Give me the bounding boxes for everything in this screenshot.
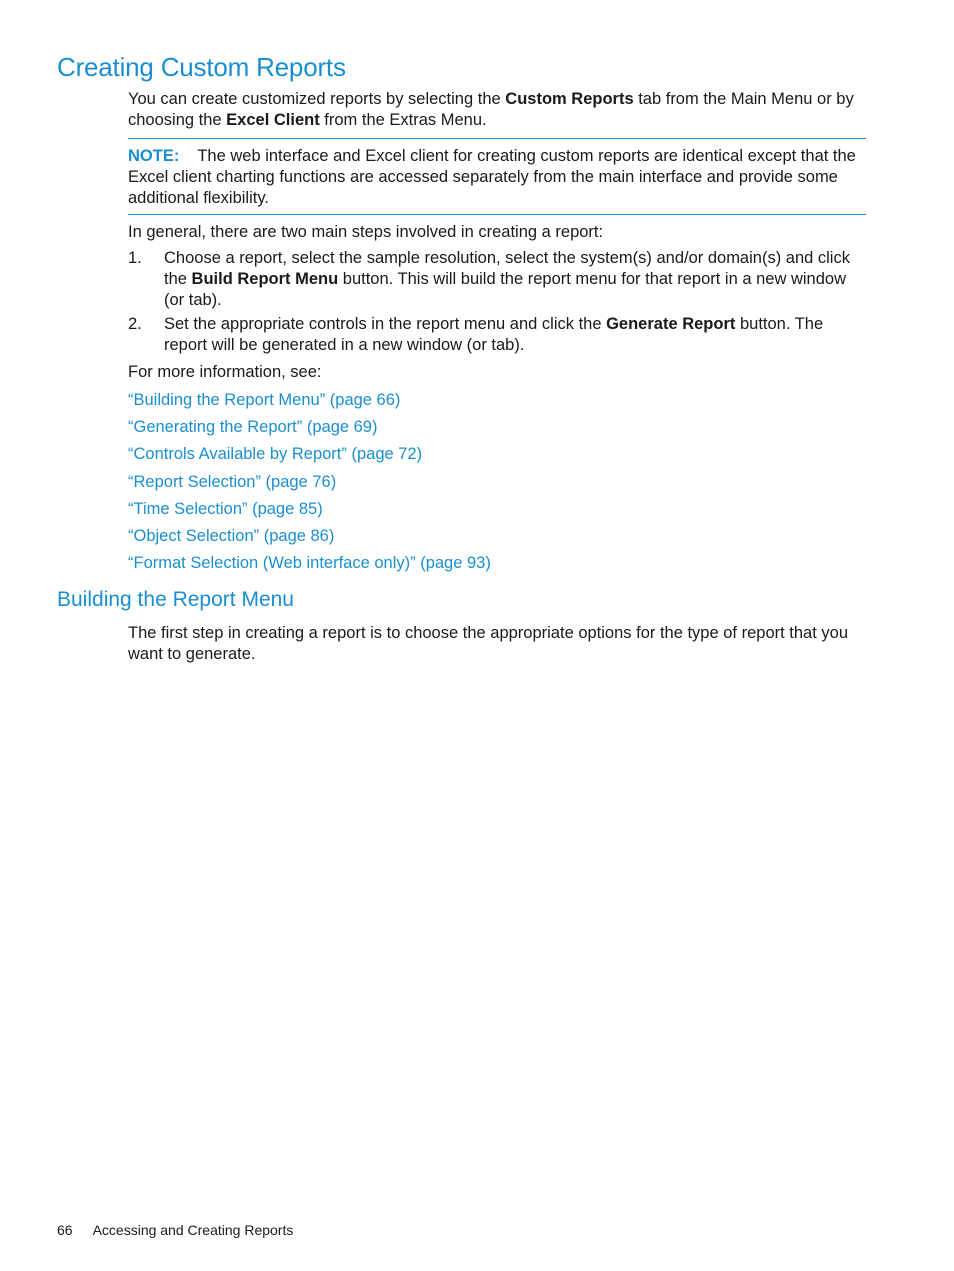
step-number: 1.	[128, 249, 142, 267]
note-text: The web interface and Excel client for c…	[128, 147, 856, 207]
step-item: 2. Set the appropriate controls in the re…	[128, 314, 868, 356]
page-title: Creating Custom Reports	[57, 52, 346, 82]
step-item: 1. Choose a report, select the sample res…	[128, 248, 868, 311]
page-number: 66	[57, 1222, 73, 1238]
link-generating-report[interactable]: “Generating the Report” (page 69)	[128, 418, 377, 436]
section-text: The first step in creating a report is t…	[128, 624, 848, 663]
link-building-report-menu[interactable]: “Building the Report Menu” (page 66)	[128, 391, 400, 409]
intro-paragraph: You can create customized reports by sel…	[128, 89, 868, 131]
section-heading: Building the Report Menu	[57, 588, 294, 611]
intro-text: from the Extras Menu.	[319, 111, 487, 129]
note-label: NOTE:	[128, 147, 180, 165]
link-object-selection[interactable]: “Object Selection” (page 86)	[128, 527, 334, 545]
build-report-menu-term: Build Report Menu	[191, 270, 339, 288]
general-text: In general, there are two main steps inv…	[128, 223, 604, 241]
custom-reports-term: Custom Reports	[505, 90, 634, 108]
more-info-text: For more information, see:	[128, 363, 322, 381]
intro-text: You can create customized reports by sel…	[128, 90, 506, 108]
steps-list: 1. Choose a report, select the sample res…	[128, 248, 868, 359]
step-text: Set the appropriate controls in the repo…	[164, 315, 607, 333]
reference-links: “Building the Report Menu” (page 66) “Ge…	[128, 388, 491, 578]
step-number: 2.	[128, 315, 142, 333]
note-box: NOTE: The web interface and Excel client …	[128, 138, 866, 215]
footer-section: Accessing and Creating Reports	[92, 1222, 294, 1238]
page-footer: 66 Accessing and Creating Reports	[57, 1222, 293, 1238]
generate-report-term: Generate Report	[606, 315, 736, 333]
link-format-selection[interactable]: “Format Selection (Web interface only)” …	[128, 554, 491, 572]
link-controls-available[interactable]: “Controls Available by Report” (page 72)	[128, 445, 422, 463]
link-time-selection[interactable]: “Time Selection” (page 85)	[128, 500, 323, 518]
link-report-selection[interactable]: “Report Selection” (page 76)	[128, 473, 336, 491]
excel-client-term: Excel Client	[226, 111, 320, 129]
